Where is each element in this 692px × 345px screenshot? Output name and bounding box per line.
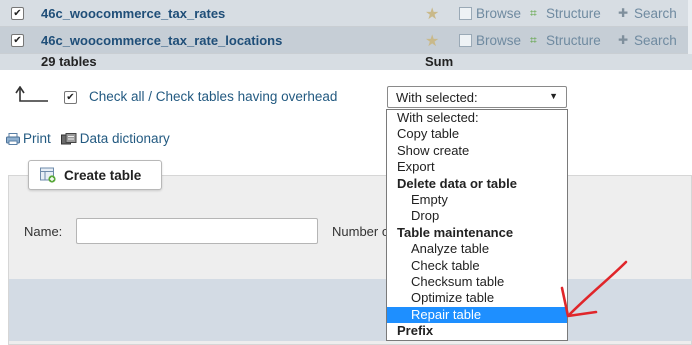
star-icon[interactable]: ★ <box>425 4 439 24</box>
search-icon: ✚ <box>618 33 629 47</box>
print-links: Print Data dictionary <box>6 131 180 146</box>
name-label: Name: <box>24 224 63 239</box>
sum-label: Sum <box>425 54 454 69</box>
data-dictionary-label: Data dictionary <box>79 131 170 146</box>
table-row: ✔ 46c_woocommerce_tax_rate_locations ★ B… <box>0 27 692 54</box>
structure-icon: ⌗ <box>530 6 537 20</box>
search-action[interactable]: ✚ Search <box>618 6 677 21</box>
structure-label: Structure <box>546 32 601 48</box>
dropdown-option[interactable]: Copy table <box>387 126 567 142</box>
number-of-columns-label: Number o <box>332 224 390 239</box>
browse-icon <box>459 33 472 47</box>
search-action[interactable]: ✚ Search <box>618 33 677 48</box>
dropdown-group-label: Prefix <box>397 323 434 339</box>
row-checkbox[interactable]: ✔ <box>11 33 24 47</box>
structure-action[interactable]: ⌗ Structure <box>530 33 601 48</box>
with-selected-dropdown-list[interactable]: With selected: Copy table Show create Expor… <box>386 109 568 341</box>
structure-action[interactable]: ⌗ Structure <box>530 6 601 21</box>
structure-label: Structure <box>546 5 601 21</box>
table-count: 29 tables <box>41 54 97 69</box>
browse-action[interactable]: Browse <box>459 33 521 48</box>
select-value: With selected: <box>396 90 478 105</box>
browse-icon <box>459 6 472 20</box>
create-table-label: Create table <box>64 167 142 183</box>
chevron-down-icon: ▼ <box>549 91 558 101</box>
print-icon <box>6 132 20 145</box>
star-icon[interactable]: ★ <box>425 31 439 51</box>
check-all-link[interactable]: Check all / Check tables having overhead <box>89 89 337 104</box>
summary-row: 29 tables Sum <box>0 54 692 70</box>
scroll-edge <box>688 0 692 54</box>
dropdown-option[interactable]: Optimize table <box>387 290 567 306</box>
browse-action[interactable]: Browse <box>459 6 521 21</box>
dropdown-option[interactable]: Analyze table <box>387 241 567 257</box>
table-name-input[interactable] <box>76 218 318 244</box>
create-table-icon <box>40 167 56 183</box>
with-selected-select[interactable]: With selected: ▼ <box>387 86 567 108</box>
arrow-up-left-icon <box>15 86 48 102</box>
dropdown-option[interactable]: Export <box>387 159 567 175</box>
table-name[interactable]: 46c_woocommerce_tax_rates <box>41 6 225 21</box>
data-dictionary-link[interactable]: Data dictionary <box>60 131 170 146</box>
row-checkbox[interactable]: ✔ <box>11 6 24 20</box>
search-label: Search <box>634 5 677 21</box>
create-table-tab[interactable]: Create table <box>28 160 162 190</box>
dropdown-option[interactable]: With selected: <box>387 110 567 126</box>
search-icon: ✚ <box>618 6 629 20</box>
data-dictionary-icon <box>60 132 77 144</box>
browse-label: Browse <box>476 32 522 48</box>
dropdown-option[interactable]: Drop <box>387 208 567 224</box>
table-name[interactable]: 46c_woocommerce_tax_rate_locations <box>41 33 282 48</box>
dropdown-group-label: Delete data or table <box>397 175 517 191</box>
search-label: Search <box>634 32 677 48</box>
print-link[interactable]: Print <box>6 131 51 146</box>
browse-label: Browse <box>476 5 522 21</box>
print-label: Print <box>23 131 51 146</box>
check-all-checkbox[interactable]: ✔ <box>64 91 77 104</box>
structure-icon: ⌗ <box>530 33 537 47</box>
dropdown-option[interactable]: Empty <box>387 192 567 208</box>
table-row: ✔ 46c_woocommerce_tax_rates ★ Browse ⌗ S… <box>0 0 692 27</box>
dropdown-option[interactable]: Check table <box>387 258 567 274</box>
dropdown-group-label: Table maintenance <box>397 224 514 240</box>
dropdown-option[interactable]: Show create <box>387 143 567 159</box>
dropdown-option[interactable]: Checksum table <box>387 274 567 290</box>
red-annotation-arrow <box>560 260 628 318</box>
dropdown-option[interactable]: Repair table <box>387 306 567 324</box>
